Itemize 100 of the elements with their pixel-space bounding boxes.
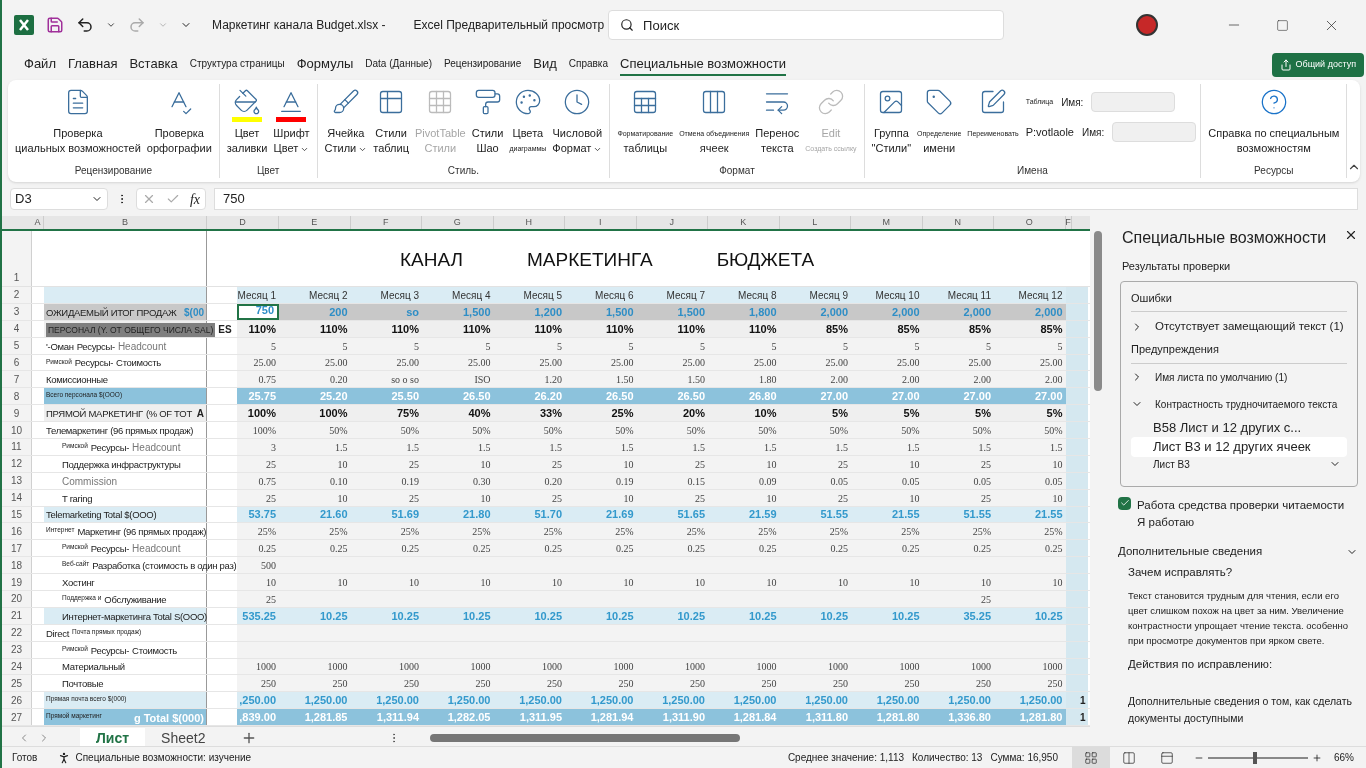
ribbon-button[interactable]: Проверка орфографии [143, 84, 215, 156]
caret-icon[interactable] [106, 20, 116, 30]
checkbox[interactable] [1118, 496, 1131, 510]
ribbon-button[interactable]: Стили Шао [468, 84, 507, 156]
ribbon-button[interactable]: Числовой Формат [549, 84, 606, 156]
column-header[interactable]: O [994, 216, 1066, 229]
row-header[interactable]: 17 [2, 540, 32, 557]
row-header[interactable]: 26 [2, 692, 32, 709]
column-header[interactable]: M [851, 216, 923, 229]
row-header[interactable]: 2 [2, 287, 32, 303]
zoom-slider[interactable] [1253, 751, 1257, 764]
menu-tab[interactable]: Файл [24, 53, 56, 77]
share-icon [1279, 59, 1292, 71]
share-button[interactable]: Общий доступ [1271, 53, 1364, 77]
ribbon-button[interactable]: Группа "Стили" [868, 84, 915, 156]
column-header[interactable]: G [422, 216, 494, 229]
enter-icon[interactable] [165, 192, 180, 206]
row-header[interactable]: 11 [2, 439, 32, 455]
menu-tab[interactable]: Рецензирование [444, 56, 522, 74]
link-icon [816, 88, 845, 116]
close-icon[interactable] [1344, 228, 1358, 242]
menu-tab[interactable]: Data (Данные) [365, 56, 432, 74]
ribbon-button[interactable]: Справка по специальным возможностям [1205, 84, 1343, 156]
name-box[interactable]: D3 [10, 188, 108, 210]
table-cell-text: 0.20 [543, 474, 563, 489]
sheet-tab[interactable]: Sheet2 [145, 727, 222, 748]
vertical-scrollbar[interactable] [1094, 231, 1102, 391]
row-header[interactable]: 7 [2, 371, 32, 388]
table-cell-text: 1,281.85 [303, 710, 349, 726]
name-field[interactable] [1112, 122, 1197, 142]
row-header[interactable]: 27 [2, 709, 32, 726]
issue-item[interactable]: Контрастность трудночитаемого текста [1131, 390, 1347, 418]
row-label: Комиссионные [46, 373, 108, 388]
row-label: '-Оман [46, 339, 74, 354]
issue-location[interactable]: Лист B3 [1131, 456, 1347, 472]
maximize-icon[interactable] [1276, 18, 1289, 32]
row-label: Телемаркетинг (96 прямых продаж) [46, 424, 194, 438]
column-header[interactable]: D [207, 216, 279, 229]
table-cell-text: 5 [1056, 339, 1064, 354]
menu-tab[interactable]: Справка [568, 56, 608, 74]
view-button[interactable] [1072, 746, 1110, 768]
row-header[interactable]: 19 [2, 574, 32, 591]
menu-tab[interactable]: Главная [67, 53, 118, 77]
table-cell-text: 1,282.05 [446, 710, 492, 726]
more-info-link[interactable]: Дополнительные сведения о том, как сделать документы доступными [1128, 692, 1358, 727]
menu-tab[interactable]: Специальные возможности [620, 53, 786, 77]
issue-label: Отсутствует замещающий текст (1) [1155, 319, 1344, 334]
function-button[interactable]: fx [189, 188, 200, 210]
redo-icon[interactable] [128, 16, 146, 34]
avatar[interactable] [1136, 14, 1158, 36]
horizontal-scrollbar[interactable] [430, 733, 740, 742]
column-title: Месяц 7 [665, 288, 706, 303]
table-cell-text: 50% [685, 424, 706, 438]
row-header[interactable]: 16 [2, 523, 32, 540]
row-header[interactable]: 25 [2, 675, 32, 692]
row-header[interactable]: 9 [2, 405, 32, 422]
table-cell-text: 10 [265, 576, 277, 591]
table-cell-text: 1000 [255, 660, 277, 675]
issue-item[interactable]: Имя листа по умолчанию (1) [1131, 363, 1347, 391]
search-field[interactable]: Поиск [608, 10, 1005, 40]
sheet-tab[interactable]: Лист [80, 727, 146, 748]
row-header[interactable]: 10 [2, 422, 32, 438]
formula-field[interactable]: 750 [214, 188, 1358, 210]
ribbon-button[interactable]: Проверка циальных возможностей [12, 84, 144, 156]
column-header[interactable]: L [779, 216, 851, 229]
column-header[interactable]: H [493, 216, 565, 229]
zoom-in-icon[interactable] [1312, 752, 1322, 763]
column-header[interactable]: N [922, 216, 994, 229]
column-header[interactable]: J [636, 216, 708, 229]
menu-tab[interactable]: Вид [533, 53, 557, 77]
menu-tab[interactable]: Структура страницы [189, 56, 285, 74]
row-header[interactable]: 20 [2, 591, 32, 607]
save-icon[interactable] [46, 16, 64, 34]
menu-tab[interactable]: Формулы [296, 53, 354, 77]
status-text: Сумма: 16,950 [990, 751, 1058, 765]
ribbon-button[interactable]: Стили таблиц [370, 84, 412, 156]
issue-location[interactable]: Лист B3 и 12 других ячеек [1131, 437, 1347, 457]
name-field[interactable] [1091, 92, 1176, 112]
row-header[interactable]: 18 [2, 557, 32, 574]
table-cell-text: 27.00 [1033, 389, 1064, 405]
undo-icon[interactable] [76, 16, 94, 34]
table-cell-text: 1000 [612, 660, 635, 675]
column-header[interactable]: B [44, 216, 207, 229]
column-header[interactable]: I [565, 216, 637, 229]
row-header[interactable]: 1 [2, 231, 32, 286]
column-header[interactable]: E [279, 216, 351, 229]
ribbon-button[interactable]: Шрифт Цвет [270, 84, 313, 156]
table-cell-text: 110% [247, 321, 277, 337]
menu-tab[interactable]: Вставка [129, 53, 178, 77]
ribbon-button[interactable]: Перенос текста [752, 84, 803, 156]
ribbon-button[interactable]: Цвет заливки [223, 84, 271, 156]
ribbon-button[interactable]: Ячейка Стили [321, 84, 371, 156]
row-header[interactable]: 8 [2, 388, 32, 405]
issue-item[interactable]: Отсутствует замещающий текст (1) [1131, 312, 1347, 342]
column-header[interactable]: F [1065, 216, 1072, 229]
table-cell-text: 50% [1043, 424, 1064, 438]
issue-location[interactable]: B58 Лист и 12 других с... [1131, 417, 1347, 438]
column-header[interactable]: A [32, 216, 44, 229]
column-header[interactable]: F [350, 216, 422, 229]
column-header[interactable]: K [708, 216, 780, 229]
